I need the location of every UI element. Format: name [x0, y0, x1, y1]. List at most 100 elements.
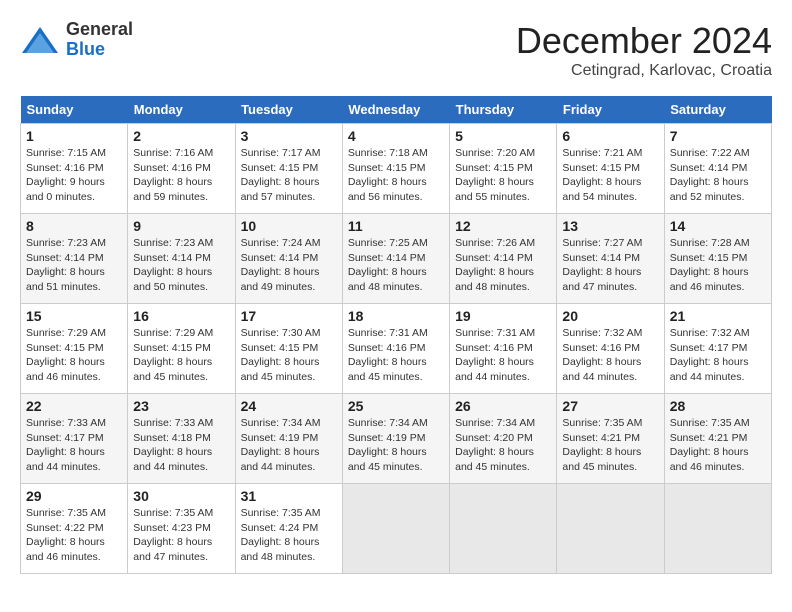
day-info: Sunrise: 7:24 AMSunset: 4:14 PMDaylight:…	[241, 236, 337, 295]
day-cell: 1Sunrise: 7:15 AMSunset: 4:16 PMDaylight…	[21, 124, 128, 214]
week-row-2: 8 Sunrise: 7:23 AMSunset: 4:14 PMDaylight…	[21, 214, 772, 304]
day-info: Sunrise: 7:23 AMSunset: 4:14 PMDaylight:…	[133, 236, 229, 295]
logo: General Blue	[20, 20, 133, 60]
day-info: Sunrise: 7:26 AMSunset: 4:14 PMDaylight:…	[455, 236, 551, 295]
day-info: Sunrise: 7:21 AMSunset: 4:15 PMDaylight:…	[562, 146, 658, 205]
day-number: 12	[455, 218, 551, 234]
header-wednesday: Wednesday	[342, 96, 449, 124]
day-number: 31	[241, 488, 337, 504]
logo-icon	[20, 25, 60, 55]
day-info: Sunrise: 7:31 AMSunset: 4:16 PMDaylight:…	[455, 326, 551, 385]
day-cell: 22 Sunrise: 7:33 AMSunset: 4:17 PMDayligh…	[21, 394, 128, 484]
day-number: 22	[26, 398, 122, 414]
day-cell: 13Sunrise: 7:27 AMSunset: 4:14 PMDayligh…	[557, 214, 664, 304]
day-number: 28	[670, 398, 766, 414]
day-info: Sunrise: 7:18 AMSunset: 4:15 PMDaylight:…	[348, 146, 444, 205]
day-cell: 10 Sunrise: 7:24 AMSunset: 4:14 PMDayligh…	[235, 214, 342, 304]
location-title: Cetingrad, Karlovac, Croatia	[516, 62, 772, 80]
day-info: Sunrise: 7:34 AMSunset: 4:20 PMDaylight:…	[455, 416, 551, 475]
day-info: Sunrise: 7:31 AMSunset: 4:16 PMDaylight:…	[348, 326, 444, 385]
week-row-4: 22 Sunrise: 7:33 AMSunset: 4:17 PMDayligh…	[21, 394, 772, 484]
day-info: Sunrise: 7:16 AMSunset: 4:16 PMDaylight:…	[133, 146, 229, 205]
day-cell: 18 Sunrise: 7:31 AMSunset: 4:16 PMDayligh…	[342, 304, 449, 394]
day-number: 11	[348, 218, 444, 234]
day-cell: 6 Sunrise: 7:21 AMSunset: 4:15 PMDaylight…	[557, 124, 664, 214]
calendar-header-row: SundayMondayTuesdayWednesdayThursdayFrid…	[21, 96, 772, 124]
day-cell: 9 Sunrise: 7:23 AMSunset: 4:14 PMDaylight…	[128, 214, 235, 304]
day-info: Sunrise: 7:23 AMSunset: 4:14 PMDaylight:…	[26, 236, 122, 295]
day-cell: 19 Sunrise: 7:31 AMSunset: 4:16 PMDayligh…	[450, 304, 557, 394]
day-number: 21	[670, 308, 766, 324]
day-number: 16	[133, 308, 229, 324]
day-number: 8	[26, 218, 122, 234]
day-number: 5	[455, 128, 551, 144]
day-number: 2	[133, 128, 229, 144]
day-cell: 30 Sunrise: 7:35 AMSunset: 4:23 PMDayligh…	[128, 484, 235, 574]
day-number: 15	[26, 308, 122, 324]
week-row-3: 15 Sunrise: 7:29 AMSunset: 4:15 PMDayligh…	[21, 304, 772, 394]
day-info: Sunrise: 7:20 AMSunset: 4:15 PMDaylight:…	[455, 146, 551, 205]
day-number: 30	[133, 488, 229, 504]
day-cell: 11Sunrise: 7:25 AMSunset: 4:14 PMDayligh…	[342, 214, 449, 304]
day-number: 25	[348, 398, 444, 414]
month-title: December 2024	[516, 20, 772, 62]
day-cell: 14 Sunrise: 7:28 AMSunset: 4:15 PMDayligh…	[664, 214, 771, 304]
week-row-1: 1Sunrise: 7:15 AMSunset: 4:16 PMDaylight…	[21, 124, 772, 214]
day-cell: 29Sunrise: 7:35 AMSunset: 4:22 PMDayligh…	[21, 484, 128, 574]
day-info: Sunrise: 7:28 AMSunset: 4:15 PMDaylight:…	[670, 236, 766, 295]
day-info: Sunrise: 7:35 AMSunset: 4:21 PMDaylight:…	[562, 416, 658, 475]
day-cell: 28Sunrise: 7:35 AMSunset: 4:21 PMDayligh…	[664, 394, 771, 484]
day-number: 3	[241, 128, 337, 144]
day-cell: 31Sunrise: 7:35 AMSunset: 4:24 PMDayligh…	[235, 484, 342, 574]
day-cell: 15 Sunrise: 7:29 AMSunset: 4:15 PMDayligh…	[21, 304, 128, 394]
day-cell	[342, 484, 449, 574]
day-cell: 7Sunrise: 7:22 AMSunset: 4:14 PMDaylight…	[664, 124, 771, 214]
day-number: 27	[562, 398, 658, 414]
day-number: 1	[26, 128, 122, 144]
day-info: Sunrise: 7:35 AMSunset: 4:22 PMDaylight:…	[26, 506, 122, 565]
day-info: Sunrise: 7:27 AMSunset: 4:14 PMDaylight:…	[562, 236, 658, 295]
day-cell: 24 Sunrise: 7:34 AMSunset: 4:19 PMDayligh…	[235, 394, 342, 484]
day-cell: 2 Sunrise: 7:16 AMSunset: 4:16 PMDaylight…	[128, 124, 235, 214]
day-info: Sunrise: 7:33 AMSunset: 4:18 PMDaylight:…	[133, 416, 229, 475]
day-info: Sunrise: 7:34 AMSunset: 4:19 PMDaylight:…	[348, 416, 444, 475]
day-info: Sunrise: 7:17 AMSunset: 4:15 PMDaylight:…	[241, 146, 337, 205]
header-thursday: Thursday	[450, 96, 557, 124]
header-friday: Friday	[557, 96, 664, 124]
day-cell: 16Sunrise: 7:29 AMSunset: 4:15 PMDayligh…	[128, 304, 235, 394]
day-info: Sunrise: 7:34 AMSunset: 4:19 PMDaylight:…	[241, 416, 337, 475]
day-number: 7	[670, 128, 766, 144]
day-number: 10	[241, 218, 337, 234]
day-cell	[557, 484, 664, 574]
day-cell: 20 Sunrise: 7:32 AMSunset: 4:16 PMDayligh…	[557, 304, 664, 394]
day-cell: 4Sunrise: 7:18 AMSunset: 4:15 PMDaylight…	[342, 124, 449, 214]
day-cell: 21Sunrise: 7:32 AMSunset: 4:17 PMDayligh…	[664, 304, 771, 394]
day-cell	[450, 484, 557, 574]
day-cell	[664, 484, 771, 574]
day-cell: 5 Sunrise: 7:20 AMSunset: 4:15 PMDaylight…	[450, 124, 557, 214]
day-cell: 25 Sunrise: 7:34 AMSunset: 4:19 PMDayligh…	[342, 394, 449, 484]
day-number: 19	[455, 308, 551, 324]
logo-general: General	[66, 20, 133, 40]
title-area: December 2024 Cetingrad, Karlovac, Croat…	[516, 20, 772, 80]
day-number: 24	[241, 398, 337, 414]
day-number: 6	[562, 128, 658, 144]
page-header: General Blue December 2024 Cetingrad, Ka…	[20, 20, 772, 80]
header-sunday: Sunday	[21, 96, 128, 124]
week-row-5: 29Sunrise: 7:35 AMSunset: 4:22 PMDayligh…	[21, 484, 772, 574]
day-info: Sunrise: 7:33 AMSunset: 4:17 PMDaylight:…	[26, 416, 122, 475]
logo-blue: Blue	[66, 40, 133, 60]
logo-text: General Blue	[66, 20, 133, 60]
day-number: 20	[562, 308, 658, 324]
day-number: 26	[455, 398, 551, 414]
header-tuesday: Tuesday	[235, 96, 342, 124]
day-number: 18	[348, 308, 444, 324]
day-number: 9	[133, 218, 229, 234]
day-number: 14	[670, 218, 766, 234]
day-cell: 12 Sunrise: 7:26 AMSunset: 4:14 PMDayligh…	[450, 214, 557, 304]
day-info: Sunrise: 7:29 AMSunset: 4:15 PMDaylight:…	[26, 326, 122, 385]
day-info: Sunrise: 7:35 AMSunset: 4:23 PMDaylight:…	[133, 506, 229, 565]
day-info: Sunrise: 7:32 AMSunset: 4:16 PMDaylight:…	[562, 326, 658, 385]
day-number: 17	[241, 308, 337, 324]
day-cell: 17Sunrise: 7:30 AMSunset: 4:15 PMDayligh…	[235, 304, 342, 394]
